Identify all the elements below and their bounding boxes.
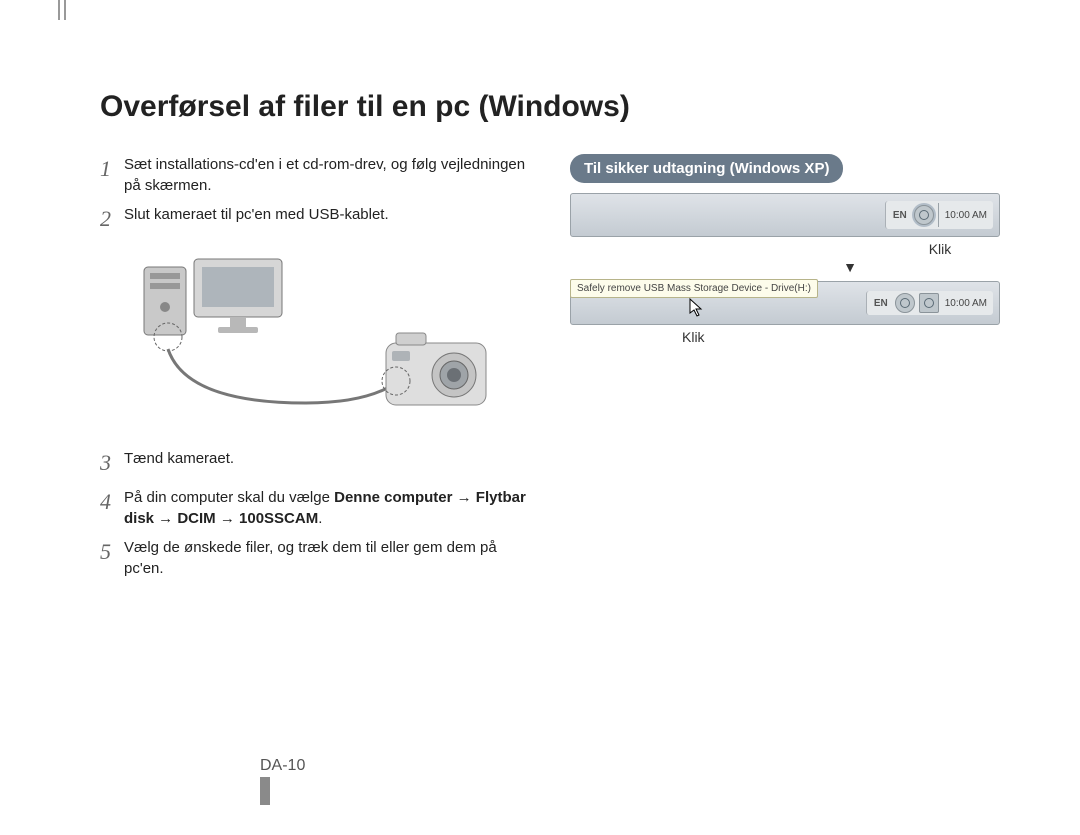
tray-clock: 10:00 AM (943, 298, 989, 309)
page-number-bar (260, 777, 270, 805)
step-text: Slut kameraet til pc'en med USB-kablet. (124, 204, 530, 225)
page-title: Overførsel af filer til en pc (Windows) (100, 90, 1040, 124)
page-content: Overførsel af filer til en pc (Windows) … (60, 0, 1040, 835)
safe-remove-icon (914, 205, 934, 225)
callout-column: Til sikker udtagning (Windows XP) EN 10:… (570, 154, 1010, 587)
safe-remove-icon (895, 293, 915, 313)
tray-language: EN (871, 297, 891, 310)
callout-header: Til sikker udtagning (Windows XP) (570, 154, 843, 183)
taskbar-screenshot-2: EN 10:00 AM Safely remove USB Mass Stora… (570, 281, 1000, 325)
step-number: 2 (100, 204, 124, 235)
step-1: 1 Sæt installations-cd'en i et cd-rom-dr… (100, 154, 530, 196)
two-column-layout: 1 Sæt installations-cd'en i et cd-rom-dr… (100, 154, 1040, 587)
step4-suffix: . (318, 510, 322, 527)
step-number: 1 (100, 154, 124, 185)
system-tray: EN 10:00 AM (885, 201, 993, 229)
balloon-tooltip: Safely remove USB Mass Storage Device - … (570, 279, 818, 298)
tray-language: EN (890, 209, 910, 222)
click-label-2: Klik (682, 329, 1010, 345)
step-text: Tænd kameraet. (124, 448, 530, 469)
arrow-down-icon: ▼ (690, 259, 1010, 275)
tray-clock: 10:00 AM (943, 210, 989, 221)
step-number: 5 (100, 537, 124, 568)
steps-column: 1 Sæt installations-cd'en i et cd-rom-dr… (100, 154, 530, 587)
step-4: 4 På din computer skal du vælge Denne co… (100, 487, 530, 529)
connection-diagram (126, 253, 496, 423)
step-5: 5 Vælg de ønskede filer, og træk dem til… (100, 537, 530, 579)
taskbar-screenshot-1: EN 10:00 AM (570, 193, 1000, 237)
step-2: 2 Slut kameraet til pc'en med USB-kablet… (100, 204, 530, 235)
step-text: Sæt installations-cd'en i et cd-rom-drev… (124, 154, 530, 196)
step-text: Vælg de ønskede filer, og træk dem til e… (124, 537, 530, 579)
page-number: DA-10 (260, 757, 305, 775)
step-text: På din computer skal du vælge Denne comp… (124, 487, 530, 529)
step-number: 4 (100, 487, 124, 518)
system-tray: EN 10:00 AM (866, 291, 993, 315)
step-3: 3 Tænd kameraet. (100, 448, 530, 479)
click-label-1: Klik (870, 241, 1010, 257)
speaker-icon (919, 293, 939, 313)
tray-separator (938, 203, 939, 227)
step-number: 3 (100, 448, 124, 479)
step4-prefix: På din computer skal du vælge (124, 489, 334, 506)
